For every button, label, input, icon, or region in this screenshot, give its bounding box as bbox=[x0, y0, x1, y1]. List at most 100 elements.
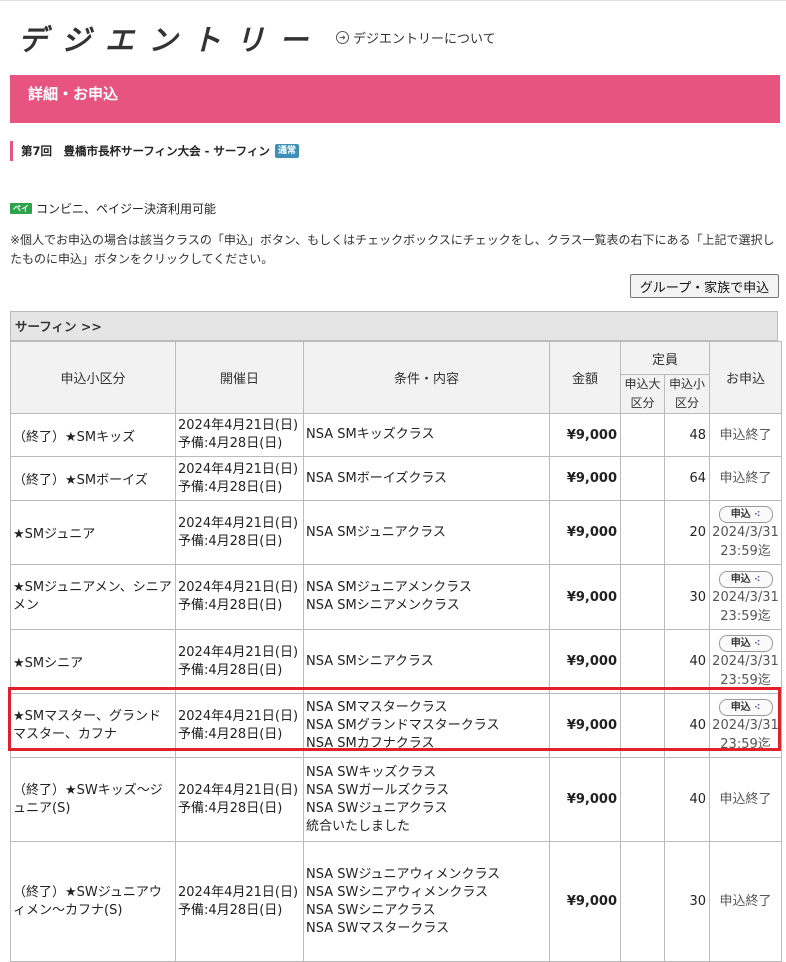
row-apply: 申込 ⁖ 2024/3/31 23:59迄 bbox=[709, 629, 783, 694]
condition-line: NSA SWシニアウィメンクラス bbox=[306, 884, 489, 900]
row-cap-small: 40 bbox=[663, 757, 711, 842]
row-date: 2024年4月21日(日) 予備:4月28日(日) bbox=[175, 413, 304, 457]
deadline-date: 2024/3/31 bbox=[712, 525, 779, 540]
class-table-body: （終了）★SMキッズ 2024年4月21日(日) 予備:4月28日(日) NSA … bbox=[10, 413, 783, 962]
payment-text: コンビニ、ペイジー決済利用可能 bbox=[36, 202, 217, 216]
table-row: ★SMジュニアメン、シニアメン 2024年4月21日(日) 予備:4月28日(日)… bbox=[10, 564, 783, 630]
row-apply: 申込 ⁖ 2024/3/31 23:59迄 bbox=[709, 500, 783, 565]
date-main: 2024年4月21日(日) bbox=[178, 644, 299, 660]
condition-line: NSA SMカフナクラス bbox=[306, 735, 435, 751]
date-main: 2024年4月21日(日) bbox=[178, 515, 299, 531]
condition-line: NSA SWジュニアウィメンクラス bbox=[306, 866, 501, 882]
header-cap-small: 申込小区分 bbox=[663, 374, 711, 414]
payment-info: ペイ コンビニ、ペイジー決済利用可能 bbox=[10, 200, 216, 217]
page-title: 詳細・お申込 bbox=[28, 85, 119, 103]
row-cap-small: 30 bbox=[663, 564, 711, 630]
date-main: 2024年4月21日(日) bbox=[178, 884, 299, 900]
apply-button[interactable]: 申込 ⁖ bbox=[718, 699, 773, 716]
row-cap-large bbox=[620, 500, 665, 565]
cursor-dots-icon: ⁖ bbox=[754, 703, 761, 713]
condition-line: NSA SMキッズクラス bbox=[306, 427, 435, 442]
row-conditions: NSA SWキッズクラス NSA SWガールズクラス NSA SWジュニアクラス 統合… bbox=[303, 757, 550, 842]
deadline-date: 2024/3/31 bbox=[712, 718, 779, 733]
apply-button[interactable]: 申込 ⁖ bbox=[718, 506, 773, 523]
row-price: ¥9,000 bbox=[549, 629, 621, 694]
row-cap-large bbox=[620, 564, 665, 630]
event-type-badge: 通常 bbox=[274, 144, 299, 158]
row-category: ★SMシニア bbox=[10, 629, 176, 694]
row-conditions: NSA SMジュニアクラス bbox=[303, 500, 550, 565]
header-date: 開催日 bbox=[175, 341, 304, 414]
payeasy-icon: ペイ bbox=[10, 203, 32, 214]
row-conditions: NSA SMボーイズクラス bbox=[303, 456, 550, 501]
table-row: （終了）★SWキッズ～ジュニア(S) 2024年4月21日(日) 予備:4月28日… bbox=[10, 757, 783, 842]
row-category: （終了）★SMボーイズ bbox=[10, 456, 176, 501]
section-header: サーフィン >> bbox=[10, 311, 778, 341]
date-main: 2024年4月21日(日) bbox=[178, 418, 299, 433]
header-conditions: 条件・内容 bbox=[303, 341, 550, 414]
row-cap-large bbox=[620, 757, 665, 842]
condition-line: NSA SMジュニアメンクラス bbox=[306, 580, 472, 595]
row-category: ★SMジュニア bbox=[10, 500, 176, 565]
condition-line: NSA SWシニアクラス bbox=[306, 902, 436, 918]
date-backup: 予備:4月28日(日) bbox=[178, 800, 283, 816]
apply-button[interactable]: 申込 ⁖ bbox=[718, 635, 773, 652]
date-main: 2024年4月21日(日) bbox=[178, 461, 299, 477]
row-cap-large bbox=[620, 629, 665, 694]
condition-line: NSA SMシニアクラス bbox=[306, 653, 434, 669]
row-date: 2024年4月21日(日) 予備:4月28日(日) bbox=[175, 564, 304, 630]
apply-label: 申込 bbox=[730, 509, 751, 520]
condition-line: NSA SMジュニアクラス bbox=[306, 524, 446, 540]
date-main: 2024年4月21日(日) bbox=[178, 580, 299, 595]
table-row: （終了）★SWジュニアウィメン～カフナ(S) 2024年4月21日(日) 予備:4… bbox=[10, 841, 783, 962]
condition-line: NSA SMシニアメンクラス bbox=[306, 598, 460, 613]
row-price: ¥9,000 bbox=[549, 693, 621, 758]
class-table: 申込小区分 開催日 条件・内容 金額 定員 お申込 申込大区分 申込小区分 （終… bbox=[10, 341, 783, 962]
row-price: ¥9,000 bbox=[549, 564, 621, 630]
row-price: ¥9,000 bbox=[549, 456, 621, 501]
table-row: （終了）★SMボーイズ 2024年4月21日(日) 予備:4月28日(日) NSA… bbox=[10, 456, 783, 501]
row-conditions: NSA SMキッズクラス bbox=[303, 413, 550, 457]
cursor-dots-icon: ⁖ bbox=[754, 574, 761, 585]
row-category: ★SMマスター、グランドマスター、カフナ bbox=[10, 693, 176, 758]
deadline-time: 23:59迄 bbox=[720, 544, 771, 559]
row-conditions: NSA SMマスタークラス NSA SMグランドマスタークラス NSA SMカフナク… bbox=[303, 693, 550, 758]
condition-line: NSA SMマスタークラス bbox=[306, 699, 448, 715]
about-link[interactable]: ➜ デジエントリーについて bbox=[336, 28, 496, 47]
row-conditions: NSA SWジュニアウィメンクラス NSA SWシニアウィメンクラス NSA SWシ… bbox=[303, 841, 550, 962]
deadline-date: 2024/3/31 bbox=[712, 589, 779, 605]
status-closed: 申込終了 bbox=[709, 413, 783, 457]
header-price: 金額 bbox=[549, 341, 621, 414]
table-row: ★SMシニア 2024年4月21日(日) 予備:4月28日(日) NSA SMシニ… bbox=[10, 629, 783, 694]
apply-label: 申込 bbox=[730, 638, 751, 649]
table-row-highlighted: ★SMマスター、グランドマスター、カフナ 2024年4月21日(日) 予備:4月2… bbox=[10, 693, 783, 758]
condition-line: NSA SWマスタークラス bbox=[306, 920, 450, 936]
date-backup: 予備:4月28日(日) bbox=[178, 662, 283, 678]
date-backup: 予備:4月28日(日) bbox=[178, 479, 283, 495]
condition-line: NSA SMグランドマスタークラス bbox=[306, 717, 500, 733]
date-backup: 予備:4月28日(日) bbox=[178, 598, 283, 613]
row-category: （終了）★SWキッズ～ジュニア(S) bbox=[10, 757, 176, 842]
group-apply-button[interactable]: グループ・家族で申込 bbox=[630, 274, 779, 298]
status-closed: 申込終了 bbox=[709, 841, 783, 962]
apply-label: 申込 bbox=[730, 702, 751, 713]
apply-label: 申込 bbox=[730, 573, 751, 585]
event-title-row: 第7回 豊橋市長杯サーフィン大会 - サーフィン 通常 bbox=[10, 141, 299, 161]
row-date: 2024年4月21日(日) 予備:4月28日(日) bbox=[175, 456, 304, 501]
about-link-label: デジエントリーについて bbox=[353, 32, 496, 47]
header-apply: お申込 bbox=[709, 341, 783, 414]
top-border bbox=[0, 0, 786, 9]
row-cap-large bbox=[620, 413, 665, 457]
row-cap-large bbox=[620, 693, 665, 758]
date-backup: 予備:4月28日(日) bbox=[178, 533, 283, 549]
deadline-time: 23:59迄 bbox=[720, 737, 771, 752]
apply-button[interactable]: 申込 ⁖ bbox=[718, 570, 773, 588]
row-price: ¥9,000 bbox=[549, 413, 621, 457]
row-conditions: NSA SMシニアクラス bbox=[303, 629, 550, 694]
row-date: 2024年4月21日(日) 予備:4月28日(日) bbox=[175, 693, 304, 758]
row-conditions: NSA SMジュニアメンクラス NSA SMシニアメンクラス bbox=[303, 564, 550, 630]
cursor-dots-icon: ⁖ bbox=[754, 510, 761, 520]
table-row: ★SMジュニア 2024年4月21日(日) 予備:4月28日(日) NSA SMジ… bbox=[10, 500, 783, 565]
site-logo[interactable]: デジエントリー bbox=[18, 24, 312, 54]
date-main: 2024年4月21日(日) bbox=[178, 782, 299, 798]
